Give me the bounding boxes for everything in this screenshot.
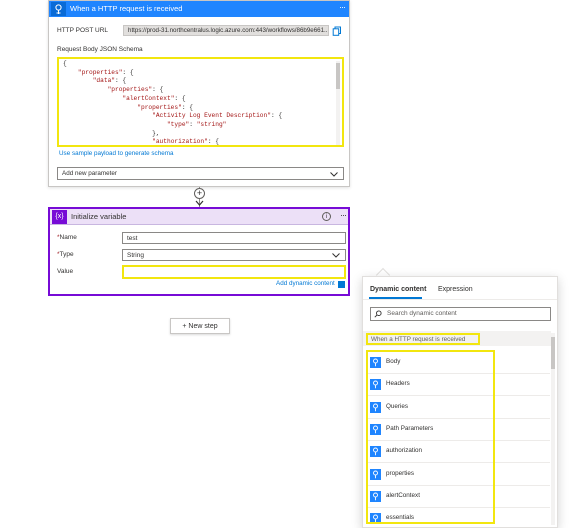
url-label: HTTP POST URL [57,27,109,34]
type-dropdown[interactable]: String [122,249,346,261]
add-dynamic-content-link[interactable]: Add dynamic content [276,280,335,287]
list-scroll-thumb[interactable] [551,337,555,369]
chevron-down-icon [332,253,340,258]
schema-line: "properties": { [137,103,193,111]
list-highlight [366,350,495,524]
tab-divider [363,299,557,300]
add-new-parameter-dropdown[interactable]: Add new parameter [57,167,344,180]
schema-line: "data": { [92,77,127,85]
initialize-variable-card[interactable]: {x} Initialize variable i ··· *Name test… [48,207,350,296]
schema-line: }, [63,129,160,137]
type-label: *Type [57,251,74,258]
info-icon[interactable]: i [322,212,331,221]
tab-dynamic-content[interactable]: Dynamic content [370,286,426,293]
add-dynamic-content-icon[interactable] [338,281,345,288]
search-icon [374,310,382,318]
schema-code: { "properties": { "data": { "properties"… [63,60,283,146]
value-input[interactable] [122,265,346,279]
schema-line: "type": "string" [166,120,227,128]
schema-line: { [63,60,67,67]
copy-icon[interactable] [332,26,342,36]
http-trigger-card[interactable]: When a HTTP request is received ··· HTTP… [48,0,350,187]
add-param-placeholder: Add new parameter [62,170,117,177]
http-post-url-field[interactable]: https://prod-31.northcentralus.logic.azu… [123,25,329,36]
sample-payload-link[interactable]: Use sample payload to generate schema [59,150,173,157]
name-input[interactable]: test [122,232,346,244]
schema-label: Request Body JSON Schema [57,46,143,53]
schema-scroll-thumb[interactable] [336,63,340,89]
type-value: String [127,252,144,259]
section-header-label: When a HTTP request is received [366,333,480,345]
dynamic-content-panel[interactable]: Dynamic content Expression Search dynami… [362,276,558,528]
schema-editor[interactable]: { "properties": { "data": { "properties"… [57,57,344,147]
schema-line: "authorization": { [152,138,219,146]
schema-line: "properties": { [77,68,134,76]
tab-expression[interactable]: Expression [438,286,473,293]
schema-line: "alertContext": { [122,94,186,102]
schema-line: "Activity Log Event Description": { [152,112,283,120]
http-request-icon [51,2,66,16]
trigger-header[interactable]: When a HTTP request is received ··· [49,1,349,17]
more-options-icon[interactable]: ··· [339,2,346,12]
insert-step-button[interactable]: + [194,188,205,199]
chevron-down-icon [330,172,338,177]
search-dynamic-content-input[interactable]: Search dynamic content [370,307,551,321]
trigger-title: When a HTTP request is received [70,4,183,13]
variable-icon: {x} [52,210,67,224]
value-label: Value [57,268,74,275]
new-step-button[interactable]: + New step [170,318,230,334]
variable-title: Initialize variable [71,212,127,221]
variable-header[interactable]: {x} Initialize variable i ··· [50,209,348,225]
name-label: *Name [57,234,77,241]
schema-line: "properties": { [107,86,164,94]
more-options-icon[interactable]: ··· [340,210,347,220]
